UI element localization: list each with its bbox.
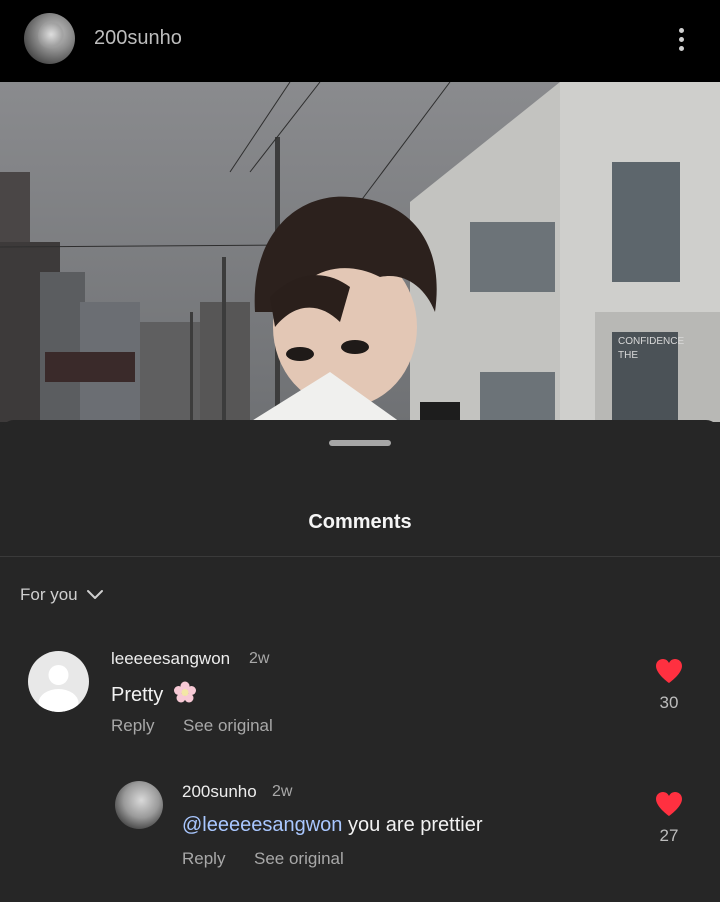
divider bbox=[0, 556, 720, 557]
profile-avatar[interactable] bbox=[24, 13, 75, 64]
heart-icon[interactable] bbox=[655, 791, 683, 817]
filter-label: For you bbox=[20, 585, 78, 604]
photo-scene: CONFIDENCE THE bbox=[0, 82, 720, 422]
sign-text-2: THE bbox=[618, 350, 638, 361]
post-header: 200sunho bbox=[0, 0, 720, 82]
comment-time: 2w bbox=[249, 650, 270, 667]
comments-sheet: Comments For you leeeeesangwon 2w Pretty bbox=[0, 420, 720, 902]
reply-comment-item: 200sunho 2w @leeeeesangwon you are prett… bbox=[0, 420, 720, 868]
comment-username[interactable]: 200sunho bbox=[182, 782, 257, 802]
default-avatar-icon bbox=[38, 665, 79, 712]
reply-button[interactable]: Reply bbox=[182, 849, 225, 869]
like-count: 27 bbox=[659, 826, 679, 845]
more-options-icon[interactable] bbox=[672, 24, 692, 54]
post-username[interactable]: 200sunho bbox=[94, 27, 182, 50]
sheet-drag-handle[interactable] bbox=[329, 440, 391, 446]
flower-emoji-icon bbox=[173, 681, 196, 703]
comment-text-body: you are prettier bbox=[342, 814, 483, 836]
post-photo: CONFIDENCE THE bbox=[0, 82, 720, 422]
comment-text-body: Pretty bbox=[111, 684, 164, 706]
sign-text-1: CONFIDENCE bbox=[618, 336, 684, 347]
comment-text: Pretty bbox=[111, 681, 197, 707]
heart-icon[interactable] bbox=[655, 658, 683, 684]
comment-time: 2w bbox=[272, 783, 293, 800]
like-count: 30 bbox=[659, 693, 679, 712]
reply-button[interactable]: Reply bbox=[111, 716, 154, 736]
commenter-avatar[interactable] bbox=[115, 781, 163, 829]
comment-text: @leeeeesangwon you are prettier bbox=[182, 814, 483, 837]
chevron-down-icon bbox=[86, 590, 103, 599]
sheet-title: Comments bbox=[308, 511, 412, 533]
mention-link[interactable]: @leeeeesangwon bbox=[182, 814, 342, 836]
comment-filter-dropdown[interactable]: For you bbox=[20, 583, 104, 607]
commenter-avatar[interactable] bbox=[28, 651, 89, 712]
see-original-button[interactable]: See original bbox=[254, 849, 344, 869]
see-original-button[interactable]: See original bbox=[183, 716, 273, 736]
comment-username[interactable]: leeeeesangwon bbox=[111, 649, 230, 669]
